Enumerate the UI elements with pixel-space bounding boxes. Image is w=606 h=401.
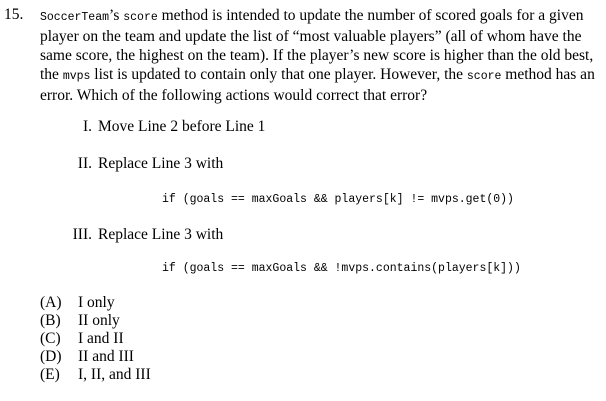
choice-c[interactable]: (C) I and II (40, 330, 151, 348)
statement-text: Replace Line 3 with (98, 226, 224, 243)
choice-text: II only (78, 312, 120, 329)
statement-1: I. Move Line 2 before Line 1 (62, 118, 265, 136)
statement-2: II. Replace Line 3 with (62, 155, 223, 173)
statement-numeral: I. (82, 118, 92, 135)
choice-text: II and III (78, 348, 134, 365)
statement-2-code: if (goals == maxGoals && players[k] != m… (162, 193, 514, 206)
question-number: 15. (4, 6, 24, 23)
stem-code-method-name: score (466, 70, 502, 83)
choice-d[interactable]: (D) II and III (40, 348, 151, 366)
choice-letter: (A) (40, 294, 62, 311)
choice-letter: (E) (40, 366, 60, 383)
stem-text: list is updated to contain only that one… (90, 66, 467, 83)
choice-e[interactable]: (E) I, II, and III (40, 366, 151, 384)
statement-text: Move Line 2 before Line 1 (98, 118, 266, 135)
question-stem: SoccerTeam’s score method is intended to… (40, 6, 600, 105)
stem-text: ’s (109, 7, 124, 24)
stem-code-method-name: score (123, 11, 158, 24)
statement-3: III. Replace Line 3 with (62, 226, 224, 244)
choice-text: I and II (78, 330, 124, 347)
choice-letter: (D) (40, 348, 62, 365)
statement-numeral: II. (77, 155, 92, 172)
statement-numeral: III. (72, 226, 92, 243)
choice-text: I only (78, 294, 115, 311)
answer-choices: (A) I only (B) II only (C) I and II (D) II a… (40, 294, 151, 384)
choice-text: I, II, and III (78, 366, 151, 383)
choice-letter: (C) (40, 330, 61, 347)
stem-code-class-name: SoccerTeam (40, 11, 110, 24)
choice-letter: (B) (40, 312, 61, 329)
statement-text: Replace Line 3 with (98, 155, 224, 172)
stem-code-list-name: mvps (62, 70, 91, 83)
statement-3-code: if (goals == maxGoals && !mvps.contains(… (162, 262, 521, 275)
choice-b[interactable]: (B) II only (40, 312, 151, 330)
choice-a[interactable]: (A) I only (40, 294, 151, 312)
